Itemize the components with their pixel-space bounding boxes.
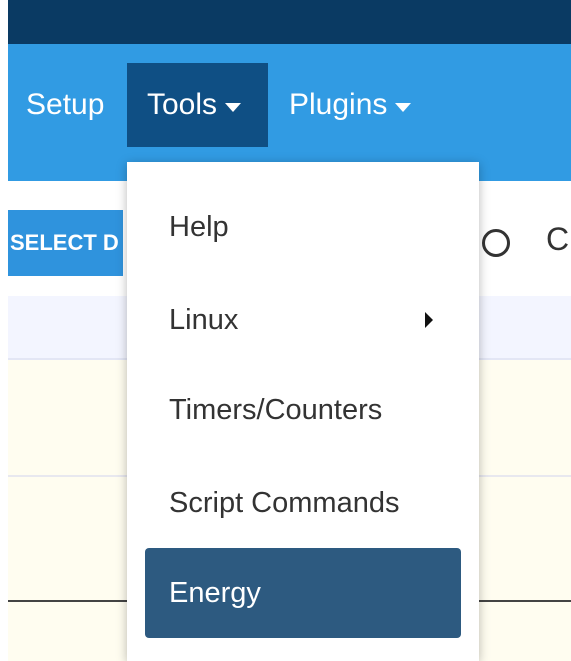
menu-item-timers-counters[interactable]: Timers/Counters [127,365,479,455]
caret-down-icon [225,102,242,112]
nav-item-label: Setup [26,88,105,121]
caret-down-icon [395,102,412,112]
menu-item-label: Linux [169,303,239,336]
navbar: Setup Tools Plugins [8,44,571,181]
nav-item-setup[interactable]: Setup [26,63,104,147]
nav-item-label: Plugins [289,88,388,121]
caret-right-icon [425,312,433,328]
radio-button[interactable] [482,229,510,257]
nav-item-tools[interactable]: Tools [127,63,268,147]
menu-item-label: Timers/Counters [169,393,383,426]
app-window: Setup Tools Plugins SELECT D C Help Linu… [8,0,571,661]
menu-item-label: Script Commands [169,486,400,519]
menu-item-energy[interactable]: Energy [145,548,461,638]
nav-item-label: Tools [147,88,218,121]
tools-dropdown-menu: Help Linux Timers/Counters Script Comman… [127,162,479,661]
menu-item-script-commands[interactable]: Script Commands [127,458,479,548]
menu-item-linux[interactable]: Linux [127,275,479,365]
menu-item-label: Help [169,210,229,243]
select-button[interactable]: SELECT D [8,210,123,276]
menu-item-label: Energy [169,576,261,609]
top-strip [8,0,571,44]
select-button-label: SELECT D [10,230,119,255]
nav-item-plugins[interactable]: Plugins [289,63,412,147]
radio-label: C [546,221,570,257]
menu-item-help[interactable]: Help [127,182,479,272]
